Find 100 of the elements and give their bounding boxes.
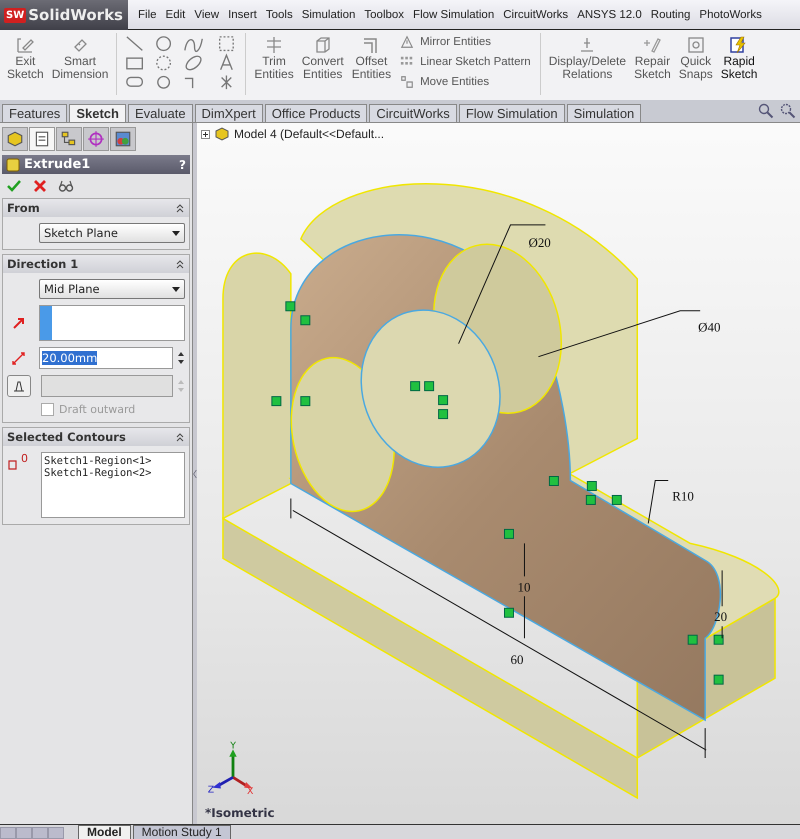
menu-item[interactable]: Simulation (298, 8, 360, 20)
collapse-chevron-icon[interactable] (175, 259, 185, 269)
menu-item[interactable]: Toolbox (360, 8, 408, 20)
relation-marker-icon[interactable] (410, 381, 420, 392)
draft-angle-field[interactable] (41, 375, 173, 397)
relation-marker-icon[interactable] (548, 476, 559, 486)
group-header[interactable]: From (3, 199, 189, 217)
feature-title: Extrude1 (24, 157, 92, 172)
ribbon-tool[interactable]: Display/Delete Relations (546, 33, 630, 83)
ribbon-tool[interactable]: Repair Sketch (631, 33, 674, 83)
move-icon (400, 75, 414, 89)
cancel-x-icon[interactable] (32, 178, 48, 194)
zoom-fit-icon[interactable] (758, 103, 774, 119)
panel-tab[interactable] (110, 127, 136, 151)
menu-item[interactable]: CircuitWorks (499, 8, 572, 20)
crosshair-icon (87, 130, 105, 148)
ribbon-tool[interactable]: Linear Sketch Pattern (396, 55, 535, 69)
group-header[interactable]: Direction 1 (3, 255, 189, 273)
ribbon-tab[interactable]: Sketch (69, 104, 126, 122)
ribbon-tool[interactable]: Convert Entities (298, 33, 347, 83)
menu-item[interactable]: Tools (262, 8, 297, 20)
ribbon-tool[interactable]: Trim Entities (251, 33, 297, 83)
ribbon-tab[interactable]: Evaluate (128, 104, 193, 122)
cube-icon (6, 158, 20, 172)
dropdown[interactable]: Mid Plane (39, 279, 185, 299)
ribbon-tool[interactable]: Mirror Entities (396, 35, 535, 49)
relation-marker-icon[interactable] (714, 634, 724, 645)
dimension-label[interactable]: 10 (517, 579, 530, 594)
collapse-chevron-icon[interactable] (175, 203, 185, 213)
bottom-tab[interactable]: Model (78, 825, 131, 839)
relation-marker-icon[interactable] (424, 381, 434, 392)
relation-marker-icon[interactable] (438, 409, 448, 420)
menu-item[interactable]: Routing (646, 8, 694, 20)
relation-marker-icon[interactable] (300, 396, 310, 406)
warning-triangle-icon (400, 35, 414, 49)
relation-marker-icon[interactable] (504, 608, 514, 618)
part-icon (6, 130, 24, 148)
contour-item[interactable]: Sketch1-Region<2> (44, 467, 152, 479)
relation-marker-icon[interactable] (271, 396, 282, 406)
dimension-label[interactable]: R10 (672, 488, 694, 504)
ribbon-tab[interactable]: DimXpert (194, 104, 263, 122)
relation-marker-icon[interactable] (504, 528, 514, 539)
panel-tab[interactable] (29, 127, 55, 151)
dimension-label[interactable]: Ø40 (698, 320, 721, 335)
relation-marker-icon[interactable] (612, 494, 622, 505)
glasses-icon[interactable] (58, 178, 74, 194)
app-logo: SolidWorks (28, 6, 123, 24)
depth-field[interactable]: 20.00mm (39, 347, 173, 369)
panel-tab[interactable] (83, 127, 109, 151)
expand-icon[interactable] (201, 130, 210, 138)
draft-icon (12, 379, 26, 393)
panel-tab[interactable] (56, 127, 82, 151)
snap-target-icon (686, 35, 706, 55)
draft-button[interactable] (7, 375, 31, 397)
relation-marker-icon[interactable] (714, 674, 724, 685)
contour-list[interactable]: Sketch1-Region<1> Sketch1-Region<2> (41, 452, 185, 518)
contour-count: 0 (21, 452, 28, 465)
menu-item[interactable]: Insert (224, 8, 261, 20)
ribbon-tab[interactable]: CircuitWorks (369, 104, 457, 122)
collapse-chevron-icon[interactable] (175, 432, 185, 442)
help-button[interactable]: ? (179, 158, 186, 172)
menu-item[interactable]: ANSYS 12.0 (573, 8, 646, 20)
contour-item[interactable]: Sketch1-Region<1> (44, 455, 152, 467)
panel-tab[interactable] (2, 127, 28, 151)
document-icon (33, 130, 51, 148)
direction-field[interactable] (39, 305, 185, 341)
relation-marker-icon[interactable] (586, 480, 597, 491)
palette-icon (114, 130, 132, 148)
ribbon-tab[interactable]: Office Products (264, 104, 368, 122)
menu-item[interactable]: Edit (162, 8, 190, 20)
menu-item[interactable]: PhotoWorks (695, 8, 766, 20)
menu-item[interactable]: View (190, 8, 224, 20)
dropdown[interactable]: Sketch Plane (39, 223, 185, 243)
ribbon-tool[interactable]: Move Entities (396, 75, 535, 89)
zoom-area-icon[interactable] (780, 103, 796, 119)
relation-marker-icon[interactable] (688, 634, 698, 645)
ribbon-tab[interactable]: Flow Simulation (458, 104, 565, 122)
dropdown-arrow-icon (172, 230, 180, 236)
ribbon-tool[interactable]: Quick Snaps (676, 33, 716, 83)
relation-marker-icon[interactable] (586, 494, 596, 505)
ribbon-tool[interactable]: Rapid Sketch (718, 33, 760, 83)
ribbon-tab[interactable]: Features (2, 104, 68, 122)
dropdown-arrow-icon (172, 286, 180, 292)
group-header[interactable]: Selected Contours (3, 428, 189, 446)
bottom-tab[interactable]: Motion Study 1 (132, 825, 231, 839)
relation-marker-icon[interactable] (438, 395, 448, 406)
ok-check-icon[interactable] (6, 178, 22, 194)
ribbon-tab[interactable]: Simulation (566, 104, 642, 122)
ribbon-tool[interactable]: Smart Dimension (48, 33, 112, 83)
hierarchy-icon (60, 130, 78, 148)
menu-item[interactable]: File (134, 8, 161, 20)
dimension-label[interactable]: 60 (510, 652, 524, 668)
relation-marker-icon[interactable] (285, 301, 296, 312)
spinner-icon[interactable] (177, 350, 185, 366)
ribbon-tool[interactable]: Exit Sketch (4, 33, 47, 83)
model-tree-label[interactable]: Model 4 (Default<<Default... (234, 127, 384, 141)
dimension-label[interactable]: Ø20 (528, 234, 551, 250)
ribbon-tool[interactable]: Offset Entities (348, 33, 394, 83)
menu-item[interactable]: Flow Simulation (409, 8, 498, 20)
relation-marker-icon[interactable] (300, 315, 310, 326)
